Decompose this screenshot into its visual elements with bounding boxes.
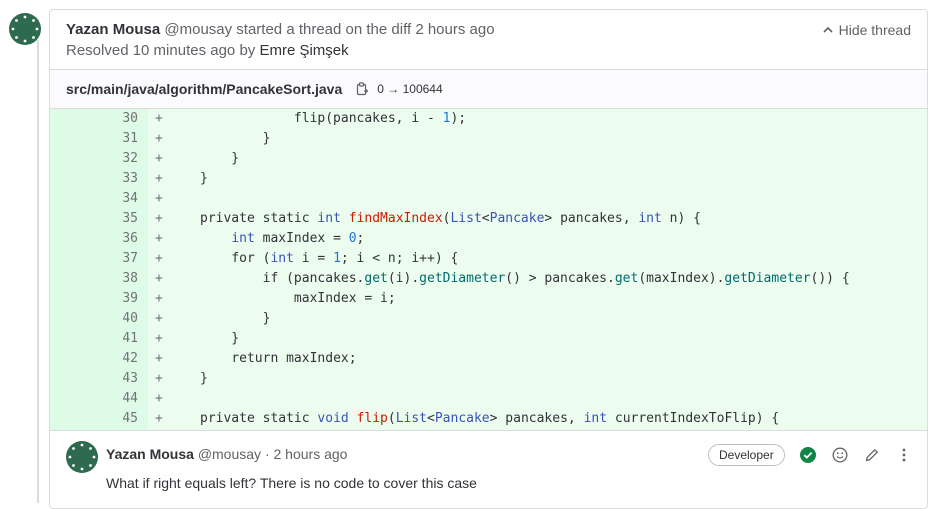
added-marker: +	[155, 191, 163, 206]
comment-author-name[interactable]: Yazan Mousa	[106, 446, 194, 462]
diff-line: 42 + return maxIndex;	[50, 349, 927, 369]
author-handle[interactable]: @mousay	[164, 21, 232, 38]
add-reaction-button[interactable]	[830, 445, 850, 465]
line-number[interactable]: 41	[50, 329, 138, 349]
comment-author-handle[interactable]: @mousay	[198, 446, 261, 462]
line-number[interactable]: 40	[50, 309, 138, 329]
line-number[interactable]: 34	[50, 189, 138, 209]
file-mode-change: 0 → 100644	[377, 82, 443, 96]
added-marker: +	[155, 271, 163, 286]
diff-line: 32 + }	[50, 149, 927, 169]
diff-line: 35 + private static int findMaxIndex(List<…	[50, 209, 927, 229]
resolved-prefix: Resolved 10 minutes ago by	[66, 42, 256, 59]
diff-line: 30 + flip(pancakes, i - 1);	[50, 109, 927, 129]
line-number[interactable]: 37	[50, 249, 138, 269]
added-marker: +	[155, 211, 163, 226]
diff-line: 34 +	[50, 189, 927, 209]
added-marker: +	[155, 231, 163, 246]
line-number[interactable]: 32	[50, 149, 138, 169]
thread-header: Yazan Mousa @mousay started a thread on …	[66, 20, 911, 70]
discussion-card: Yazan Mousa @mousay started a thread on …	[49, 9, 928, 509]
diff-line: 38 + if (pancakes.get(i).getDiameter() > …	[50, 269, 927, 289]
line-number[interactable]: 45	[50, 409, 138, 429]
resolve-thread-button[interactable]	[798, 445, 818, 465]
diff-line: 31 + }	[50, 129, 927, 149]
code-text: }	[200, 171, 208, 186]
resolve-check-icon	[800, 447, 816, 463]
code-text: for (int i = 1; i < n; i++) {	[231, 251, 459, 266]
added-marker: +	[155, 111, 163, 126]
thread-action: started a thread on the diff	[236, 21, 412, 38]
more-actions-button[interactable]	[894, 445, 914, 465]
code-text: return maxIndex;	[231, 351, 357, 366]
hide-thread-label: Hide thread	[838, 22, 911, 38]
edit-comment-button[interactable]	[862, 445, 882, 465]
hide-thread-button[interactable]: Hide thread	[823, 20, 911, 40]
resolved-line: Resolved 10 minutes ago by Emre Şimşek	[66, 41, 911, 61]
added-marker: +	[155, 411, 163, 426]
diff-line: 41 + }	[50, 329, 927, 349]
diff-line: 36 + int maxIndex = 0;	[50, 229, 927, 249]
role-badge: Developer	[708, 444, 785, 466]
added-marker: +	[155, 251, 163, 266]
added-marker: +	[155, 151, 163, 166]
comment-body: What if right equals left? There is no c…	[106, 475, 477, 491]
line-number[interactable]: 43	[50, 369, 138, 389]
avatar[interactable]	[66, 441, 98, 473]
line-number[interactable]: 44	[50, 389, 138, 409]
code-text: }	[200, 311, 271, 326]
added-marker: +	[155, 391, 163, 406]
comment-time[interactable]: 2 hours ago	[274, 446, 348, 462]
thread-time: 2 hours ago	[415, 21, 495, 38]
resolver-name[interactable]: Emre Şimşek	[259, 42, 348, 59]
line-number[interactable]: 30	[50, 109, 138, 129]
copy-icon[interactable]	[355, 82, 369, 96]
edit-pencil-icon	[865, 449, 878, 462]
thread-author-line: Yazan Mousa @mousay started a thread on …	[66, 20, 911, 40]
code-text: }	[200, 371, 208, 386]
added-marker: +	[155, 311, 163, 326]
code-text: private static void flip(List<Pancake> p…	[200, 411, 780, 426]
comment-author-line: Yazan Mousa @mousay · 2 hours ago	[106, 445, 347, 463]
diff-line: 45 + private static void flip(List<Pancake…	[50, 409, 927, 429]
code-text: }	[200, 131, 271, 146]
chevron-up-icon	[823, 26, 833, 33]
file-path[interactable]: src/main/java/algorithm/PancakeSort.java	[66, 81, 342, 97]
added-marker: +	[155, 171, 163, 186]
diff-line: 37 + for (int i = 1; i < n; i++) {	[50, 249, 927, 269]
added-marker: +	[155, 351, 163, 366]
line-number[interactable]: 36	[50, 229, 138, 249]
diff-line: 39 + maxIndex = i;	[50, 289, 927, 309]
diff-file-header: src/main/java/algorithm/PancakeSort.java…	[50, 69, 927, 109]
avatar[interactable]	[9, 13, 41, 45]
diff-line: 44 +	[50, 389, 927, 409]
diff-line: 33 +}	[50, 169, 927, 189]
code-text: maxIndex = i;	[200, 291, 396, 306]
comment-separator: ·	[264, 446, 270, 462]
code-text: }	[200, 331, 240, 346]
line-number[interactable]: 33	[50, 169, 138, 189]
code-text: int maxIndex = 0;	[231, 231, 365, 246]
code-text: flip(pancakes, i - 1);	[200, 111, 467, 126]
added-marker: +	[155, 131, 163, 146]
line-number[interactable]: 42	[50, 349, 138, 369]
more-actions-icon	[902, 448, 906, 462]
added-marker: +	[155, 371, 163, 386]
diff-line: 43 +}	[50, 369, 927, 389]
added-marker: +	[155, 291, 163, 306]
code-text: }	[200, 151, 240, 166]
author-name[interactable]: Yazan Mousa	[66, 21, 160, 38]
timeline-line	[37, 40, 39, 503]
line-number[interactable]: 31	[50, 129, 138, 149]
comment: Yazan Mousa @mousay · 2 hours ago What i…	[50, 430, 927, 508]
line-number[interactable]: 38	[50, 269, 138, 289]
emoji-icon	[832, 447, 848, 463]
code-text: if (pancakes.get(i).getDiameter() > panc…	[262, 271, 850, 286]
diff-view: 30 + flip(pancakes, i - 1); 31 + } 32 + } 33 +}…	[50, 109, 927, 430]
added-marker: +	[155, 331, 163, 346]
line-number[interactable]: 35	[50, 209, 138, 229]
diff-line: 40 + }	[50, 309, 927, 329]
code-text: private static int findMaxIndex(List<Pan…	[200, 211, 701, 226]
line-number[interactable]: 39	[50, 289, 138, 309]
